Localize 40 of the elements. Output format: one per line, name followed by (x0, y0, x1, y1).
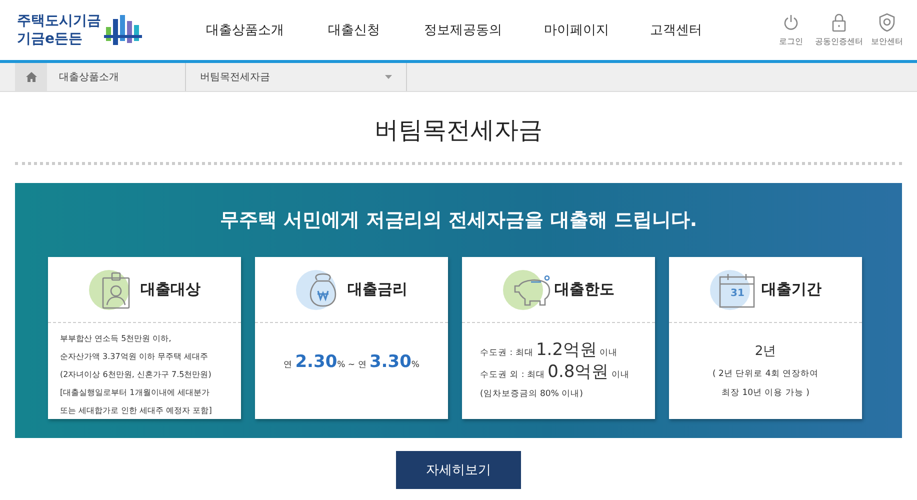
card-text: 수도권 외 : 최대 0.8억원 이내 (480, 361, 630, 383)
card-text: (임차보증금의 80% 이내) (480, 388, 584, 401)
breadcrumb-link[interactable]: 대출상품소개 (47, 63, 186, 91)
shield-icon (878, 13, 896, 32)
card-text: (2자녀이상 6천만원, 신혼가구 7.5천만원) (60, 369, 212, 381)
utility-link[interactable]: 로그인 (767, 13, 815, 47)
card-title: 대출금리 (348, 280, 408, 299)
calendar-day: 31 (730, 288, 744, 298)
power-icon (782, 13, 800, 32)
nav-link[interactable]: 정보제공동의 (424, 21, 544, 39)
card-text: 2년 (754, 343, 778, 361)
utility-link[interactable]: 공동인증센터 (815, 13, 863, 47)
nav-link[interactable]: 고객센터 (650, 21, 730, 39)
logo-text: 주택도시기금 (17, 12, 101, 30)
card-text: ( 2년 단위로 4회 연장하여 (712, 368, 820, 381)
calendar-icon (718, 272, 758, 310)
card-title: 대출한도 (554, 280, 614, 299)
nav-link[interactable]: 대출상품소개 (206, 21, 328, 39)
breadcrumb-dropdown[interactable]: 버팀목전세자금 (186, 63, 407, 91)
lock-icon (830, 13, 848, 32)
card-text: 수도권 : 최대 1.2억원 이내 (480, 339, 619, 361)
details-button[interactable]: 자세히보기 (396, 451, 521, 489)
nav-link[interactable]: 대출신청 (328, 21, 424, 39)
building-bars-logo-icon (104, 13, 142, 47)
banner-headline: 무주택 서민에게 저금리의 전세자금을 대출해 드립니다. (218, 208, 698, 233)
home-icon (26, 72, 36, 82)
card-text: 순자산가액 3.37억원 이하 무주택 세대주 (60, 351, 209, 363)
home-button[interactable] (15, 63, 47, 91)
utility-link[interactable]: 보안센터 (863, 13, 911, 47)
logo-text: 기금e든든 (17, 30, 84, 48)
card-text: 최장 10년 이용 가능 ) (720, 387, 810, 400)
caret-icon (385, 75, 392, 79)
card-text: 연 2.30% ~ 연 3.30% (282, 351, 420, 374)
card-text: [대출실행일로부터 1개월이내에 세대분가 (60, 387, 210, 399)
card-text: 부부합산 연소득 5천만원 이하, (60, 333, 172, 345)
nav-link[interactable]: 마이페이지 (544, 21, 650, 39)
card-title: 대출기간 (762, 280, 822, 299)
page-title: 버팀목전세자금 (374, 115, 544, 146)
card-title: 대출대상 (140, 280, 200, 299)
card-text: 또는 세대합가로 인한 세대주 예정자 포함] (60, 405, 213, 417)
